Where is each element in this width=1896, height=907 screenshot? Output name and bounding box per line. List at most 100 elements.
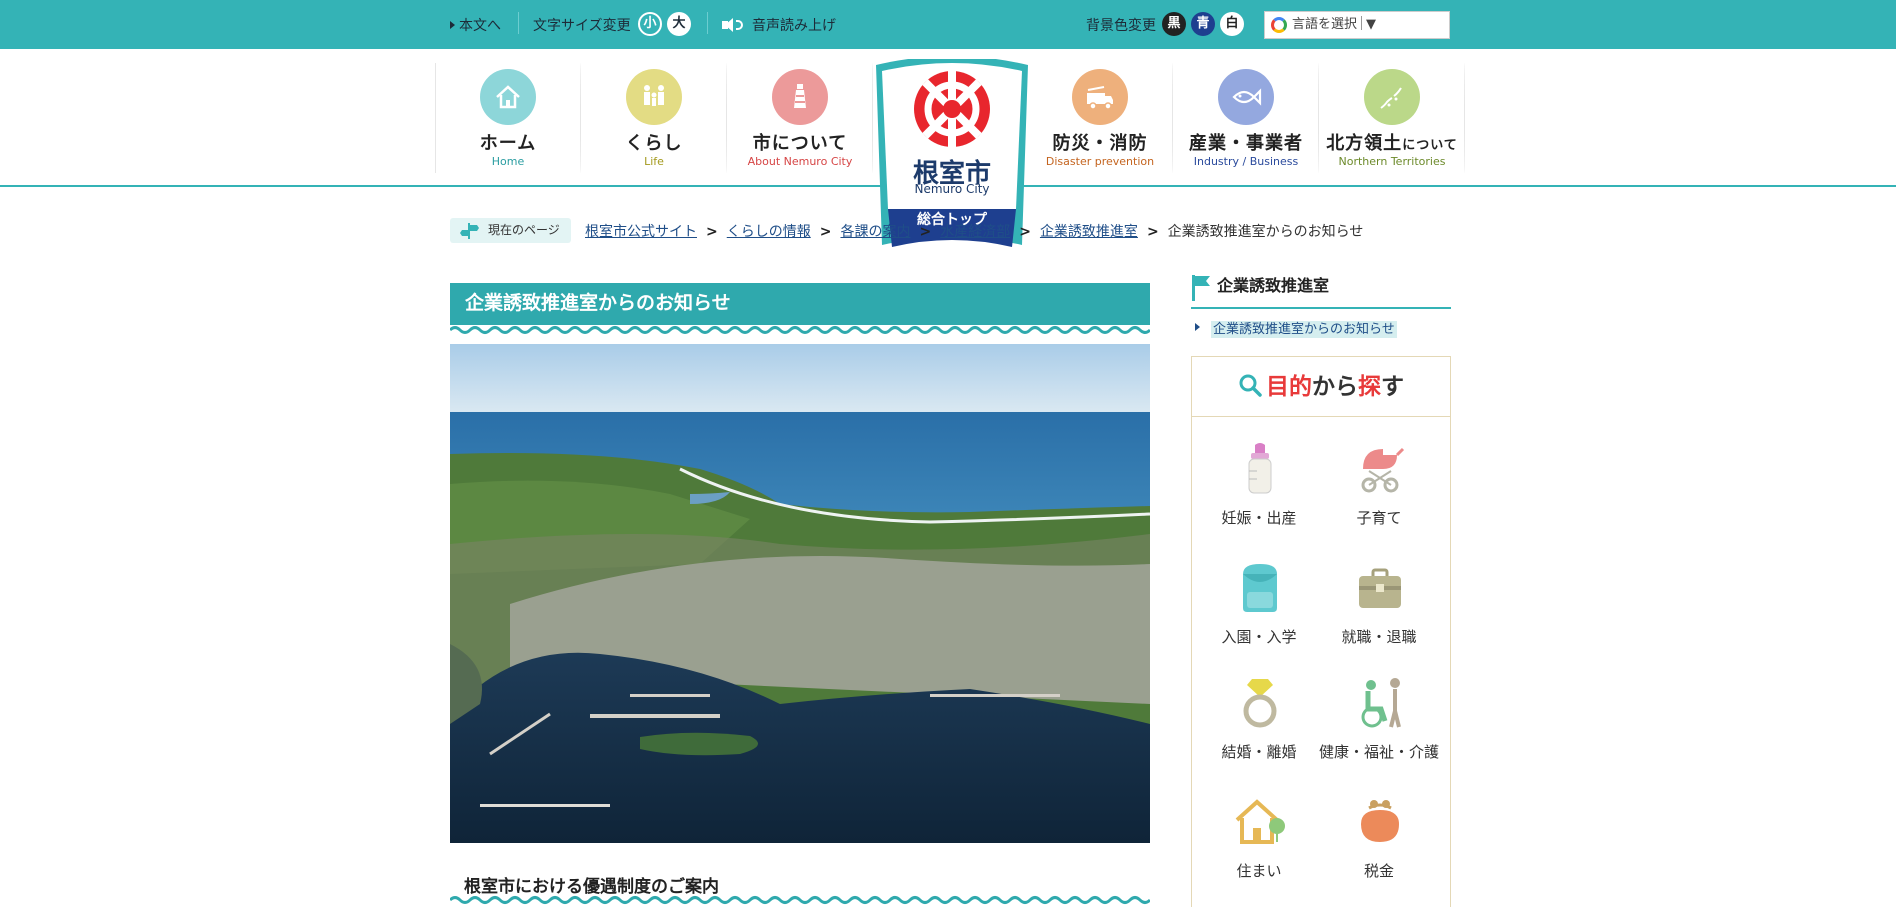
breadcrumb-link[interactable]: 根室市公式サイト bbox=[585, 224, 697, 240]
fire-truck-icon bbox=[1072, 69, 1128, 125]
nav-industry[interactable]: 産業・事業者 Industry / Business bbox=[1173, 49, 1319, 185]
nav-about[interactable]: 市について About Nemuro City bbox=[727, 49, 873, 185]
nav-industry-label: 産業・事業者 bbox=[1189, 133, 1303, 154]
breadcrumb-separator: > bbox=[1146, 224, 1159, 240]
home-icon bbox=[480, 69, 536, 125]
breadcrumb-link[interactable]: 企業誘致推進室 bbox=[1040, 224, 1138, 240]
category-label: 住まい bbox=[1236, 862, 1282, 880]
category-school-entry[interactable]: 入園・入学 bbox=[1199, 560, 1319, 670]
font-size-label: 文字サイズ変更 bbox=[533, 18, 631, 34]
city-emblem-icon bbox=[914, 71, 990, 147]
category-label: 就職・退職 bbox=[1341, 628, 1417, 646]
search-icon bbox=[1239, 374, 1262, 397]
title-wave-decoration bbox=[450, 321, 1150, 334]
nav-northern-territories[interactable]: 北方領土について Northern Territories bbox=[1319, 49, 1465, 185]
bg-white-button[interactable]: 白 bbox=[1220, 12, 1244, 36]
nav-home-label: ホーム bbox=[479, 133, 537, 154]
sidebar-heading-label: 企業誘致推進室 bbox=[1217, 276, 1330, 295]
nav-northern-label-main: 北方領土 bbox=[1326, 133, 1403, 154]
breadcrumb-separator: > bbox=[1019, 224, 1031, 240]
bg-black-button[interactable]: 黒 bbox=[1162, 12, 1186, 36]
category-label: 入園・入学 bbox=[1221, 628, 1297, 646]
aerial-photo-image bbox=[450, 344, 1150, 843]
bg-blue-button[interactable]: 青 bbox=[1191, 12, 1215, 36]
category-label: 健康・福祉・介護 bbox=[1319, 743, 1440, 761]
divider bbox=[1361, 16, 1363, 30]
signpost-icon bbox=[460, 223, 479, 239]
voice-readout-label: 音声読み上げ bbox=[752, 18, 836, 34]
sidebar-link-notice[interactable]: 企業誘致推進室からのお知らせ bbox=[1195, 318, 1397, 338]
breadcrumb-list: 根室市公式サイト > くらしの情報 > 各課の案内 > 水産経済部 > 企業誘致推進室 > 企業誘致… bbox=[585, 221, 1363, 241]
purpose-search-title: 目的から探す bbox=[1192, 357, 1450, 417]
speaker-icon bbox=[722, 18, 748, 32]
category-marriage[interactable]: 結婚・離婚 bbox=[1199, 675, 1319, 785]
nav-home-sub: Home bbox=[491, 155, 525, 168]
nav-disaster-label: 防災・消防 bbox=[1052, 133, 1148, 154]
breadcrumb-separator: > bbox=[919, 224, 932, 240]
divider bbox=[707, 12, 708, 34]
breadcrumb-separator: > bbox=[819, 224, 832, 240]
google-icon bbox=[1271, 17, 1287, 33]
nav-northern-label: 北方領土について bbox=[1319, 129, 1465, 155]
page-title: 企業誘致推進室からのお知らせ bbox=[450, 283, 1150, 323]
nav-life-label: くらし bbox=[625, 133, 683, 154]
nav-life-sub: Life bbox=[644, 155, 664, 168]
font-small-button[interactable]: 小 bbox=[638, 12, 662, 36]
fish-icon bbox=[1218, 69, 1274, 125]
lighthouse-icon bbox=[772, 69, 828, 125]
coin-purse-icon bbox=[1361, 800, 1399, 842]
category-label: 結婚・離婚 bbox=[1221, 743, 1297, 761]
stroller-icon bbox=[1361, 447, 1405, 493]
nav-northern-label-small: について bbox=[1402, 138, 1458, 153]
top-utility-inner: 本文へ 文字サイズ変更 小 大 音声読み上げ 背景色変更 黒 青 白 言語を選択… bbox=[450, 0, 1450, 49]
current-page-tag-label: 現在のページ bbox=[488, 223, 560, 237]
dropdown-arrow-icon: ▼ bbox=[1366, 17, 1377, 32]
breadcrumb-link[interactable]: 各課の案内 bbox=[840, 224, 910, 240]
school-bag-icon bbox=[1243, 564, 1277, 612]
category-tax[interactable]: 税金 bbox=[1319, 794, 1439, 904]
nav-disaster-sub: Disaster prevention bbox=[1045, 155, 1155, 168]
category-childcare[interactable]: 子育て bbox=[1319, 441, 1439, 551]
nav-about-sub: About Nemuro City bbox=[747, 155, 853, 168]
briefcase-icon bbox=[1359, 568, 1401, 608]
category-label: 妊娠・出産 bbox=[1221, 509, 1297, 527]
category-employment[interactable]: 就職・退職 bbox=[1319, 560, 1439, 670]
category-housing[interactable]: 住まい bbox=[1199, 794, 1319, 904]
purpose-search-panel: 目的から探す 妊娠・出産 子育て 入園・入学 就職・退職 結婚・離婚 健康・福祉… bbox=[1191, 356, 1451, 907]
font-large-button[interactable]: 大 bbox=[667, 12, 691, 36]
breadcrumb-link[interactable]: 水産経済部 bbox=[940, 224, 1010, 240]
language-select[interactable]: 言語を選択 ▼ bbox=[1264, 11, 1450, 39]
search-title-part: す bbox=[1381, 374, 1404, 400]
category-pregnancy[interactable]: 妊娠・出産 bbox=[1199, 441, 1319, 551]
current-page-tag: 現在のページ bbox=[450, 218, 571, 243]
background-color-label: 背景色変更 bbox=[1086, 18, 1156, 34]
language-select-label: 言語を選択 bbox=[1292, 17, 1358, 32]
divider bbox=[518, 12, 519, 34]
breadcrumb-link[interactable]: くらしの情報 bbox=[727, 224, 811, 240]
logo-english: Nemuro City bbox=[914, 182, 990, 196]
nav-home[interactable]: ホーム Home bbox=[435, 49, 581, 185]
nav-industry-sub: Industry / Business bbox=[1193, 155, 1299, 168]
top-utility-bar: 本文へ 文字サイズ変更 小 大 音声読み上げ 背景色変更 黒 青 白 言語を選択… bbox=[0, 0, 1896, 49]
nav-northern-sub: Northern Territories bbox=[1338, 155, 1446, 168]
search-title-part: から bbox=[1312, 374, 1358, 400]
aerial-city-photo bbox=[450, 344, 1150, 843]
breadcrumb-separator: > bbox=[706, 224, 718, 240]
wheelchair-icon bbox=[1361, 678, 1401, 728]
nav-life[interactable]: くらし Life bbox=[581, 49, 727, 185]
flag-icon bbox=[1192, 275, 1210, 301]
global-navigation: ホーム Home くらし Life 市について About Nemuro Cit… bbox=[0, 49, 1896, 247]
baby-bottle-icon bbox=[1248, 443, 1272, 494]
nav-about-label: 市について bbox=[752, 133, 848, 154]
section-wave-decoration bbox=[450, 896, 1150, 904]
ring-icon bbox=[1243, 679, 1277, 728]
nav-disaster[interactable]: 防災・消防 Disaster prevention bbox=[1027, 49, 1173, 185]
search-title-part: 探 bbox=[1358, 374, 1381, 400]
category-health-welfare[interactable]: 健康・福祉・介護 bbox=[1319, 675, 1439, 785]
search-title-part: 目的 bbox=[1266, 374, 1312, 400]
category-label: 税金 bbox=[1363, 862, 1394, 880]
breadcrumb-current: 企業誘致推進室からのお知らせ bbox=[1167, 224, 1364, 240]
skip-to-content-link[interactable]: 本文へ bbox=[450, 15, 501, 35]
voice-readout-button[interactable]: 音声読み上げ bbox=[722, 15, 836, 35]
breadcrumb: 現在のページ 根室市公式サイト > くらしの情報 > 各課の案内 > 水産経済部 > 企業誘致推… bbox=[450, 218, 1450, 244]
